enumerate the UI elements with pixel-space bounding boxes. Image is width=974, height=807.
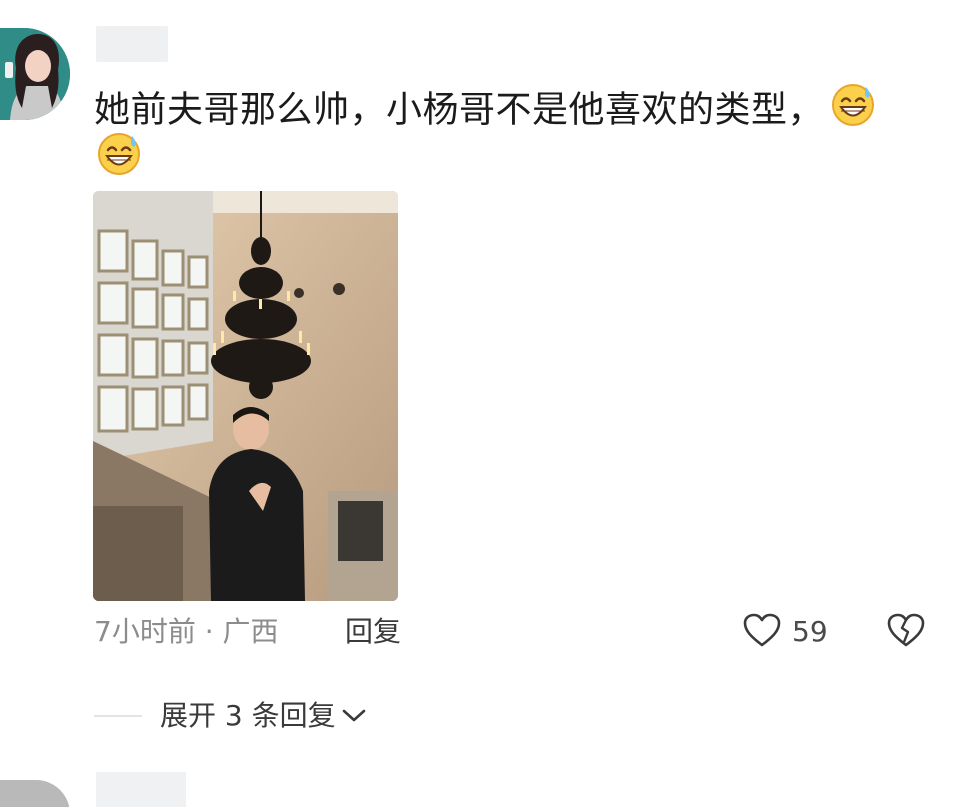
username-blurred	[96, 26, 168, 62]
heart-icon	[742, 612, 782, 652]
expand-replies-button[interactable]: 展开 3 条回复	[160, 696, 368, 736]
avatar[interactable]	[0, 28, 70, 120]
comment-text: 她前夫哥那么帅，小杨哥不是他喜欢的类型，	[94, 89, 825, 131]
comment-text-block: 她前夫哥那么帅，小杨哥不是他喜欢的类型，	[94, 82, 914, 141]
like-button[interactable]: 59	[742, 612, 828, 652]
chevron-down-icon	[336, 696, 368, 736]
grinning-sweat-emoji	[830, 82, 876, 141]
divider-line	[94, 715, 142, 717]
comment-time-location: 7小时前 · 广西	[94, 615, 279, 648]
broken-heart-icon	[886, 612, 926, 652]
reply-button[interactable]: 回复	[345, 612, 401, 652]
next-username-blurred	[96, 772, 186, 807]
grinning-sweat-emoji	[96, 131, 142, 181]
like-count: 59	[792, 615, 828, 648]
expand-replies-label: 展开 3 条回复	[160, 699, 336, 732]
comment-photo[interactable]	[93, 191, 398, 601]
next-comment-avatar[interactable]	[0, 780, 70, 807]
comment-thread: 她前夫哥那么帅，小杨哥不是他喜欢的类型， 7小时前 · 广西 回复 59 展开 …	[0, 0, 974, 807]
dislike-button[interactable]	[886, 612, 926, 652]
